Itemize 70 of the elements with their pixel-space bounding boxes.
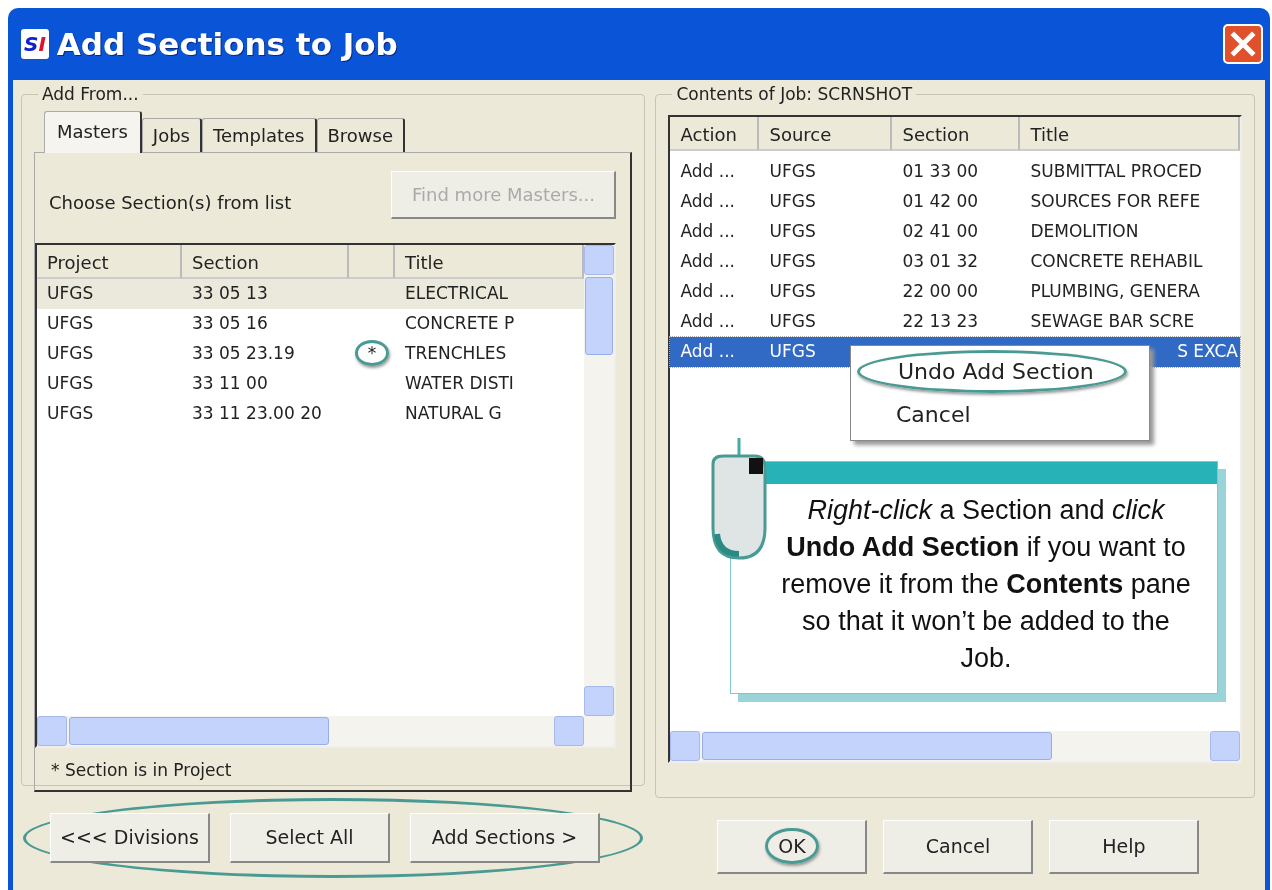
table-cell-text: Add ...	[679, 220, 736, 244]
table-cell-text: PLUMBING, GENERA	[1029, 280, 1201, 304]
column-header[interactable]: Title	[1020, 117, 1240, 151]
dialog-button[interactable]: Add Sections >	[410, 813, 600, 863]
horizontal-scrollbar[interactable]	[37, 716, 615, 746]
table-cell-text: SUBMITTAL PROCED	[1029, 160, 1203, 184]
tab[interactable]: Templates	[202, 118, 317, 152]
table-cell-text: UFGS	[46, 282, 95, 306]
table-cell-text: SOURCES FOR REFE	[1029, 190, 1202, 214]
table-cell-text: UFGS	[768, 220, 817, 244]
group-label: Add From...	[41, 86, 140, 103]
table-cell-text: WATER DISTI	[404, 372, 515, 396]
column-header[interactable]: Source	[759, 117, 893, 151]
app-logo: SI	[21, 29, 49, 59]
table-cell-text: 22 13 23	[901, 310, 980, 334]
table-cell-text: TRENCHLES	[404, 342, 508, 366]
table-cell-text: UFGS	[768, 310, 817, 334]
table-cell-text: CONCRETE REHABIL	[1029, 250, 1204, 274]
dialog-button[interactable]: OK	[717, 820, 868, 874]
table-cell-text: 33 11 23.00 20	[191, 402, 323, 426]
window-title: Add Sections to Job	[56, 24, 398, 64]
table-cell-text: 01 42 00	[901, 190, 980, 214]
table-cell-text: Add ...	[679, 190, 736, 214]
column-header[interactable]: Action	[670, 117, 760, 151]
table-cell-text: 33 11 00	[191, 372, 269, 396]
table-cell-text: S EXCA	[1176, 340, 1239, 364]
tab[interactable]: Jobs	[141, 118, 202, 152]
instruction-text: Choose Section(s) from list	[49, 190, 292, 215]
dialog-button[interactable]: Help	[1049, 820, 1200, 874]
table-cell-text: Add ...	[679, 340, 736, 364]
dialog-button[interactable]: <<< Divisions	[50, 813, 210, 863]
footnote-text: * Section is in Project	[51, 759, 233, 782]
table-cell-text: CONCRETE P	[404, 312, 516, 336]
table-cell-text: Add ...	[679, 310, 736, 334]
close-icon[interactable]	[1223, 24, 1263, 64]
vertical-scrollbar[interactable]	[584, 245, 615, 716]
table-cell-text: NATURAL G	[404, 402, 503, 426]
table-cell-text: 02 41 00	[901, 220, 980, 244]
dialog-button[interactable]: Select All	[230, 813, 390, 863]
tab[interactable]: Masters	[44, 111, 142, 153]
table-cell-text: UFGS	[768, 250, 817, 274]
tab[interactable]: Browse	[316, 118, 406, 152]
dialog-button[interactable]: Cancel	[883, 820, 1034, 874]
tip-text: Right-click a Section and click Undo Add Section if you want to remove it from the Contents pane so that it won’t be added to the Job.	[780, 494, 1192, 675]
table-cell-text: UFGS	[768, 280, 817, 304]
table-cell-text: SEWAGE BAR SCRE	[1029, 310, 1196, 334]
table-cell-text: UFGS	[46, 372, 95, 396]
table-cell-text: 01 33 00	[901, 160, 980, 184]
table-cell-text: UFGS	[768, 340, 817, 364]
table-cell-text: 03 01 32	[901, 250, 980, 274]
menu-item[interactable]: Cancel	[857, 393, 990, 436]
table-cell-text: 33 05 23.19	[191, 342, 296, 366]
table-cell-text: UFGS	[768, 160, 817, 184]
marker-text: *	[354, 340, 390, 367]
table-cell-text: DEMOLITION	[1029, 220, 1140, 244]
table-cell-text: Add ...	[679, 280, 736, 304]
table-cell-text: UFGS	[46, 312, 95, 336]
table-cell-text: 33 05 16	[191, 312, 269, 336]
group-label: Contents of Job: SCRNSHOT	[675, 86, 914, 103]
table-cell-text: Add ...	[679, 160, 736, 184]
table-cell-text: UFGS	[46, 402, 95, 426]
table-cell-text: UFGS	[768, 190, 817, 214]
table-cell-text: 33 05 13	[191, 282, 269, 306]
table-cell-text: 22 00 00	[901, 280, 980, 304]
table-cell-text: ELECTRICAL	[404, 282, 509, 306]
table-cell-text: UFGS	[46, 342, 95, 366]
table-cell-text: Add ...	[679, 250, 736, 274]
menu-item[interactable]: Undo Add Section	[857, 350, 1127, 393]
column-header[interactable]: Section	[892, 117, 1021, 151]
horizontal-scrollbar[interactable]	[670, 731, 1240, 761]
